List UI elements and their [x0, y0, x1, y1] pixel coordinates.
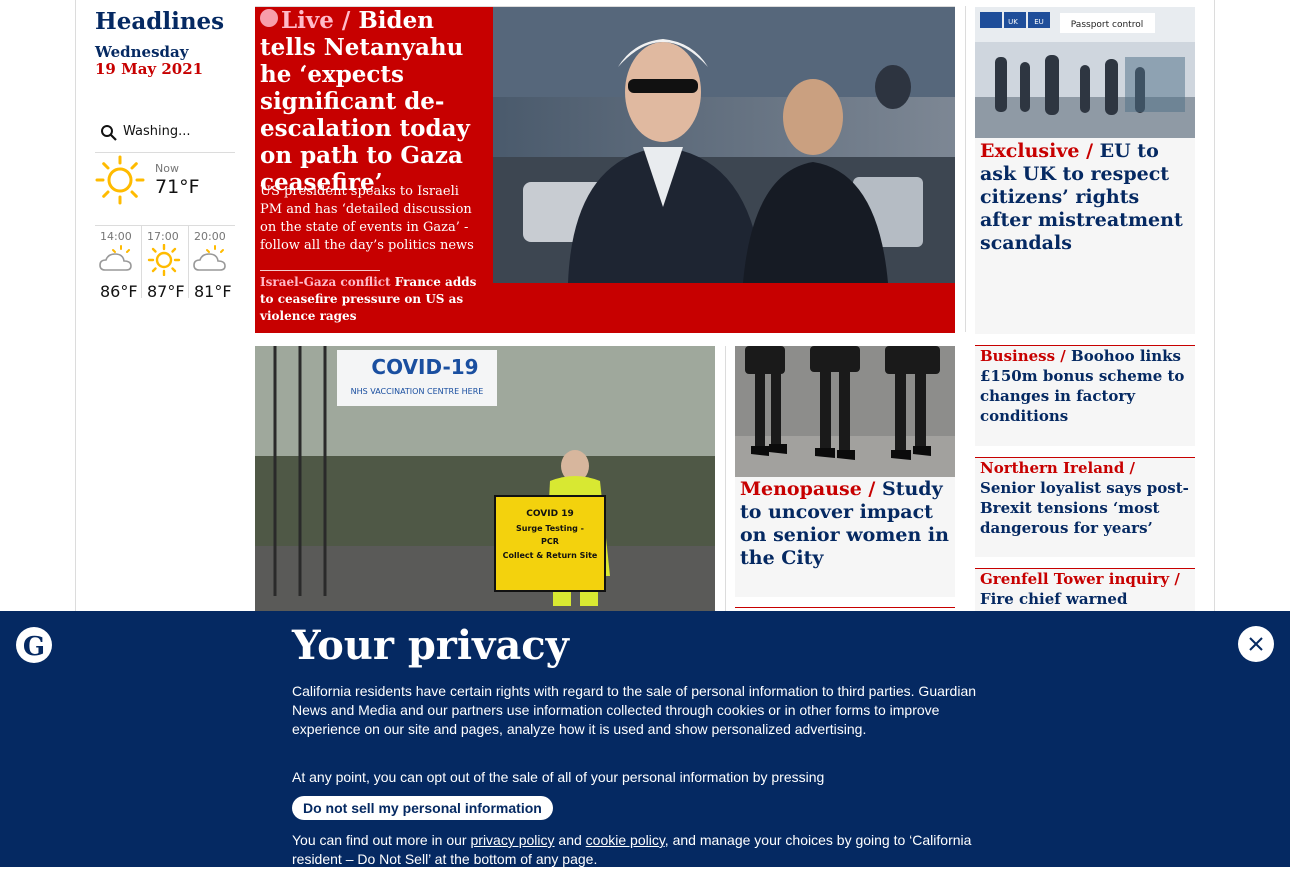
sign-text-passport: Passport control — [1071, 20, 1143, 30]
forecast-item: 20:00 81°F — [189, 226, 235, 301]
exclusive-story-headline[interactable]: Exclusive / EU to ask UK to respect citi… — [980, 140, 1192, 255]
privacy-title: Your privacy — [292, 622, 569, 669]
card-rule — [735, 607, 955, 608]
live-headline-text: Biden tells Netanyahu he ‘expects signif… — [260, 7, 470, 196]
sign-line-1: COVID 19 — [526, 509, 573, 519]
search-icon — [101, 125, 117, 141]
privacy-paragraph: California residents have certain rights… — [292, 683, 977, 737]
weather-location-search[interactable]: Washing... — [95, 118, 235, 153]
forecast-time: 17:00 — [147, 230, 179, 243]
exclusive-kicker: Exclusive / — [980, 140, 1094, 162]
business-kicker: Business / — [980, 347, 1066, 365]
section-title: Headlines — [95, 8, 225, 35]
menopause-kicker: Menopause / — [740, 478, 876, 500]
sign-line-2: Surge Testing - — [516, 524, 584, 533]
sublink-kicker: Israel-Gaza conflict — [260, 275, 391, 289]
privacy-banner — [0, 611, 1290, 867]
weather-forecast: 14:00 86°F 17:00 87°F 20:00 81°F — [95, 225, 235, 301]
privacy-text: and — [558, 832, 582, 848]
forecast-temp: 86°F — [100, 282, 138, 301]
photo-women-legs-icon — [735, 346, 955, 477]
cookie-policy-link[interactable]: cookie policy — [586, 832, 665, 848]
menopause-story-headline[interactable]: Menopause / Study to uncover impact on s… — [740, 478, 952, 570]
banner-text-nhs: NHS VACCINATION CENTRE HERE — [351, 387, 484, 396]
live-kicker: Live / — [281, 7, 351, 34]
column-rule — [725, 346, 726, 616]
cloudy-sun-icon — [99, 245, 132, 271]
weather-now-temp: 71°F — [155, 176, 200, 198]
grenfell-kicker: Grenfell Tower inquiry / — [980, 570, 1180, 588]
covid-story-image[interactable]: COVID-19 NHS VACCINATION CENTRE HERE COV… — [255, 346, 715, 616]
photo-biden-icon — [493, 7, 955, 283]
privacy-policy-link[interactable]: privacy policy — [471, 832, 555, 848]
guardian-logo-icon: G — [16, 627, 52, 663]
sublink[interactable]: Israel-Gaza conflict France adds to ceas… — [260, 274, 480, 325]
forecast-item: 14:00 86°F — [95, 226, 142, 301]
sign-line-4: Collect & Return Site — [503, 551, 598, 560]
privacy-text: You can find out more in our — [292, 832, 467, 848]
weather-location: Washing... — [123, 124, 191, 139]
privacy-paragraph: You can find out more in our privacy pol… — [292, 831, 1002, 869]
sign-text-eu: EU — [1034, 18, 1044, 26]
sign-line-3: PCR — [541, 537, 559, 546]
exclusive-story-image[interactable]: UK EU Passport control — [975, 7, 1195, 138]
forecast-time: 14:00 — [100, 230, 132, 243]
forecast-temp: 87°F — [147, 282, 185, 301]
live-story-headline[interactable]: Live / Biden tells Netanyahu he ‘expects… — [260, 7, 488, 196]
close-icon — [1249, 637, 1263, 651]
live-story-image[interactable] — [493, 7, 955, 283]
menopause-story-image[interactable] — [735, 346, 955, 477]
photo-covid-testing-icon: COVID-19 NHS VACCINATION CENTRE HERE COV… — [255, 346, 715, 616]
sun-icon — [95, 155, 145, 205]
column-rule — [965, 6, 966, 332]
ni-kicker: Northern Ireland / — [980, 459, 1136, 477]
weather-now-label: Now — [155, 162, 179, 175]
business-story-headline[interactable]: Business / Boohoo links £150m bonus sche… — [980, 346, 1190, 426]
sign-text-uk: UK — [1008, 18, 1018, 26]
live-standfirst: US president speaks to Israeli PM and ha… — [260, 184, 474, 253]
banner-text-covid: COVID-19 — [371, 355, 478, 379]
cloudy-sun-icon — [193, 245, 226, 271]
ni-headline-text: Senior loyalist says post-Brexit tension… — [980, 479, 1189, 537]
close-banner-button[interactable] — [1238, 626, 1274, 662]
divider — [260, 270, 380, 271]
photo-passport-control-icon: UK EU Passport control — [975, 7, 1195, 138]
privacy-paragraph: At any point, you can opt out of the sal… — [292, 769, 825, 785]
forecast-time: 20:00 — [194, 230, 226, 243]
forecast-temp: 81°F — [194, 282, 232, 301]
svg-text:G: G — [23, 632, 45, 662]
date-full: 19 May 2021 — [95, 60, 204, 78]
sun-icon — [147, 244, 181, 276]
do-not-sell-button[interactable]: Do not sell my personal information — [292, 796, 553, 820]
date-day: Wednesday — [95, 43, 189, 61]
live-pulse-icon — [260, 9, 278, 27]
ni-story-headline[interactable]: Northern Ireland / Senior loyalist says … — [980, 458, 1190, 538]
forecast-item: 17:00 87°F — [142, 226, 189, 301]
